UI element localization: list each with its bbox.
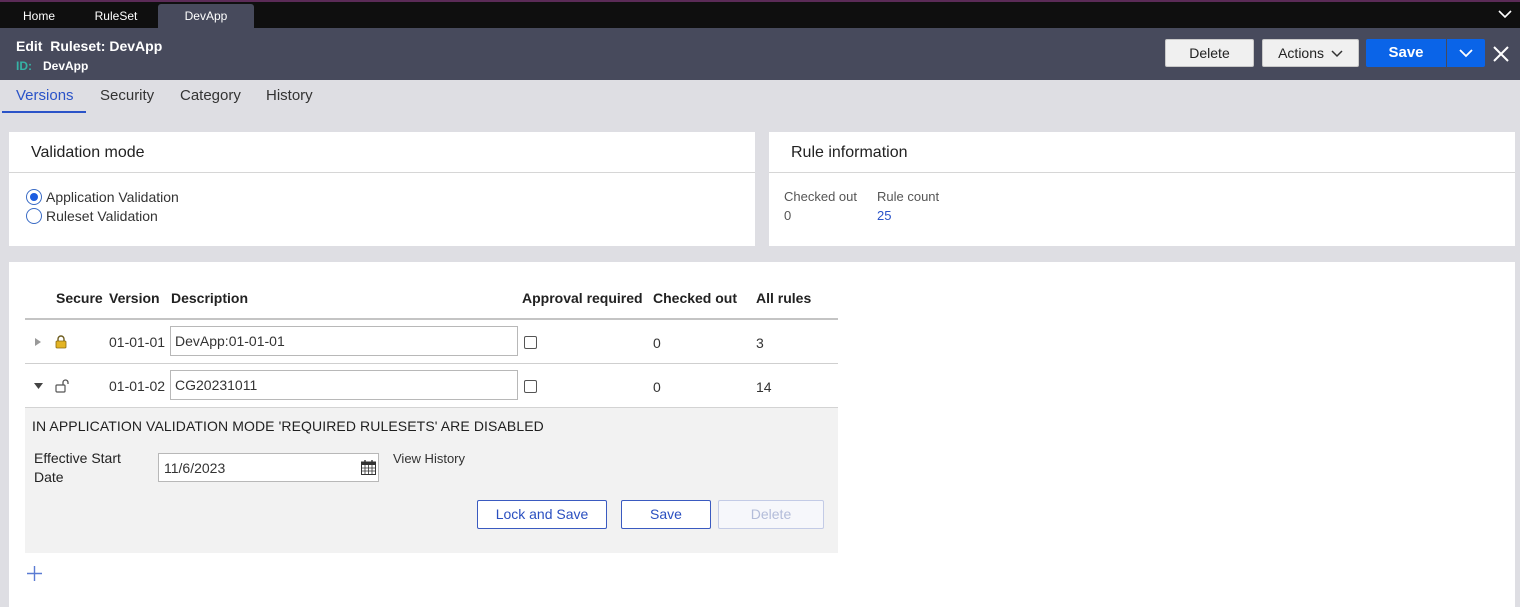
actions-label: Actions (1278, 45, 1325, 61)
save-button[interactable]: Save (1366, 39, 1446, 67)
divider (769, 172, 1515, 173)
version-save-button[interactable]: Save (621, 500, 711, 529)
checked-out-value: 0 (653, 335, 661, 351)
tab-security[interactable]: Security (100, 87, 154, 104)
top-tab-ruleset[interactable]: RuleSet (84, 4, 148, 28)
delete-button[interactable]: Delete (1165, 39, 1254, 67)
save-menu-button[interactable] (1447, 39, 1485, 67)
collapse-down-icon[interactable] (33, 382, 44, 390)
rule-information-panel: Rule information Checked out 0 Rule coun… (769, 132, 1515, 246)
close-icon[interactable] (1491, 44, 1511, 64)
calendar-icon[interactable] (361, 460, 376, 475)
ruleset-validation-label: Ruleset Validation (46, 208, 158, 224)
all-rules-link[interactable]: 3 (756, 335, 764, 351)
version-delete-button: Delete (718, 500, 824, 529)
tab-versions[interactable]: Versions (16, 87, 74, 104)
checked-out-value: 0 (653, 379, 661, 395)
rule-count-link[interactable]: 25 (877, 208, 891, 223)
page-title: Edit Ruleset: DevApp (16, 38, 163, 54)
chevron-down-icon[interactable] (1498, 8, 1512, 20)
approval-required-checkbox[interactable] (524, 380, 537, 393)
validation-warning: IN APPLICATION VALIDATION MODE 'REQUIRED… (32, 418, 544, 434)
approval-required-checkbox[interactable] (524, 336, 537, 349)
all-rules-link[interactable]: 14 (756, 379, 772, 395)
chevron-down-icon (1331, 50, 1343, 58)
rule-information-title: Rule information (791, 144, 908, 161)
chevron-down-icon (1459, 49, 1473, 58)
description-input[interactable] (170, 370, 518, 400)
effective-start-label-line2: Date (34, 469, 64, 485)
application-validation-radio[interactable] (26, 189, 42, 205)
validation-mode-panel: Validation mode Application Validation R… (9, 132, 755, 246)
actions-button[interactable]: Actions (1262, 39, 1359, 67)
column-header-all-rules: All rules (756, 290, 812, 306)
ruleset-validation-radio[interactable] (26, 208, 42, 224)
top-tab-devapp[interactable]: DevApp (158, 4, 254, 28)
validation-mode-title: Validation mode (31, 144, 145, 161)
version-value: 01-01-02 (109, 378, 166, 394)
view-history-link[interactable]: View History (393, 451, 465, 466)
rule-header: Edit Ruleset: DevApp ID: DevApp Delete A… (0, 28, 1520, 80)
active-tab-indicator (2, 111, 86, 113)
header-divider (25, 318, 838, 320)
row-divider (25, 363, 838, 364)
column-header-secure: Secure (56, 290, 103, 306)
column-header-description: Description (171, 290, 249, 306)
id-value: DevApp (43, 59, 89, 73)
column-header-checked-out: Checked out (653, 290, 738, 306)
column-header-version: Version (109, 290, 160, 306)
id-label: ID: (16, 59, 32, 73)
tab-category[interactable]: Category (180, 87, 241, 104)
tab-history[interactable]: History (266, 87, 313, 104)
lock-icon (55, 335, 67, 349)
rule-count-label: Rule count (877, 189, 940, 204)
version-value: 01-01-01 (109, 334, 166, 350)
add-version-icon[interactable] (27, 566, 42, 581)
top-tab-bar: Home RuleSet DevApp (0, 0, 1520, 28)
checked-out-value: 0 (784, 208, 792, 223)
effective-start-label-line1: Effective Start (34, 450, 121, 466)
checked-out-label: Checked out (784, 189, 857, 204)
expand-right-icon[interactable] (34, 337, 42, 347)
description-input[interactable] (170, 326, 518, 356)
effective-start-date-input[interactable] (158, 453, 379, 482)
application-validation-label: Application Validation (46, 189, 179, 205)
lock-and-save-button[interactable]: Lock and Save (477, 500, 607, 529)
top-tab-home[interactable]: Home (8, 4, 70, 28)
unlock-icon (55, 379, 69, 393)
divider (9, 172, 755, 173)
column-header-approval-required: Approval required (522, 290, 643, 306)
